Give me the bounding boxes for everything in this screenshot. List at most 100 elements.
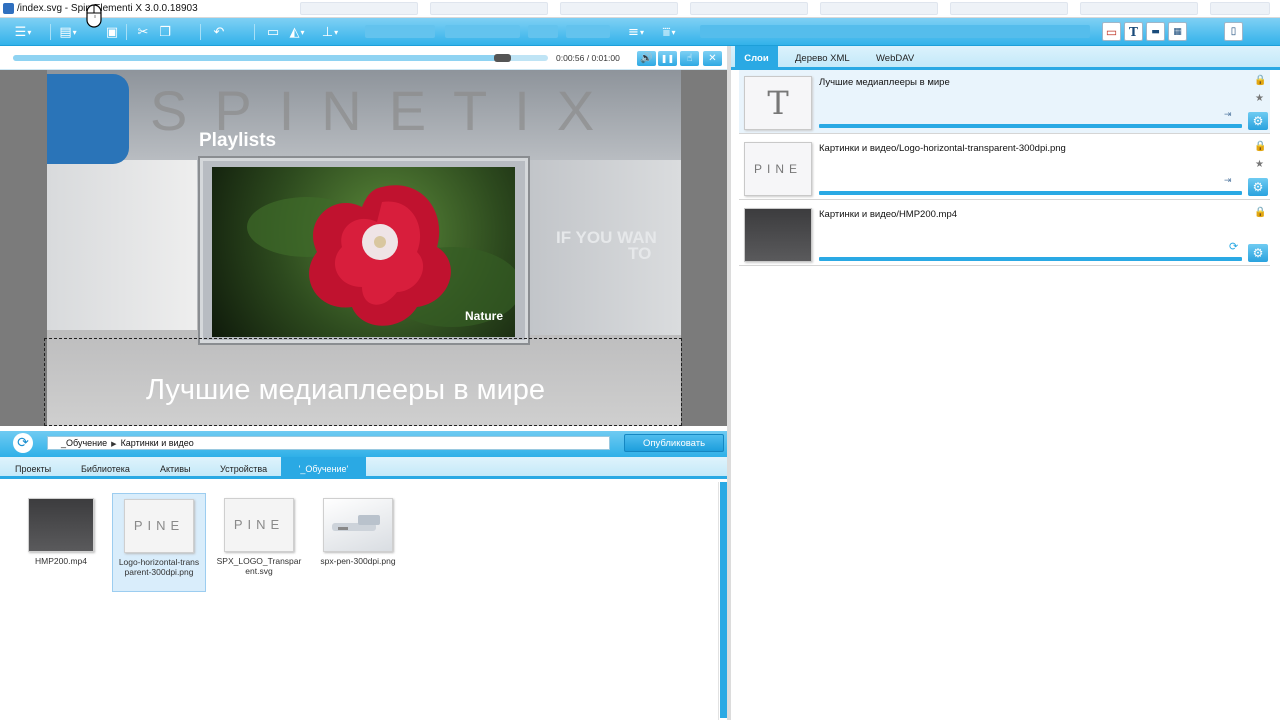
asset-item[interactable]: PINE SPX_LOGO_Transparent.svg [212, 493, 306, 592]
tab-devices[interactable]: Устройства [220, 457, 267, 479]
background-tab [820, 2, 938, 15]
breadcrumb[interactable]: _Обучение ▶ Картинки и видео [47, 436, 610, 450]
tab-training[interactable]: '_Обучение' [281, 457, 366, 479]
layer-row[interactable]: T Лучшие медиаплееры в мире 🔒 ★ ⇥ ⚙ [739, 70, 1270, 134]
gear-icon[interactable]: ⚙ [1248, 112, 1268, 130]
text-layer-thumbnail: T [744, 76, 812, 130]
layer-name: Картинки и видео/HMP200.mp4 [819, 209, 958, 220]
tab-assets[interactable]: Активы [160, 457, 190, 479]
tab-library[interactable]: Библиотека [81, 457, 130, 479]
loop-icon: ⟳ [1229, 240, 1239, 253]
asset-scrollbar[interactable] [718, 482, 727, 720]
publish-button[interactable]: Опубликовать [624, 434, 724, 452]
main-toolbar: ☰ ▤ ▣ ✂ ❐ ↶ ▭ ◭ ⊥ ≡ ⩸ ▭ T ▬ ▦ ▯ [0, 18, 1280, 46]
preview-left-panel [47, 160, 197, 330]
align-icon[interactable]: ◭ [287, 22, 307, 42]
background-tab [1210, 2, 1270, 15]
disabled-control [528, 25, 558, 38]
toolbar-separator [126, 24, 127, 40]
breadcrumb-item[interactable]: Картинки и видео [121, 438, 194, 448]
lock-icon[interactable]: 🔒 [1254, 141, 1266, 152]
toolbar-separator [50, 24, 51, 40]
image-thumbnail: PINE [224, 498, 294, 552]
filter-icon[interactable]: ⩸ [659, 22, 679, 42]
asset-item[interactable]: HMP200.mp4 [14, 493, 108, 592]
lock-icon[interactable]: 🔒 [1254, 207, 1266, 218]
asset-item[interactable]: PINE Logo-horizontal-transparent-300dpi.… [112, 493, 206, 592]
layer-timeline-bar[interactable] [819, 257, 1242, 261]
tab-projects[interactable]: Проекты [15, 457, 51, 479]
lock-icon[interactable]: 🔒 [1254, 75, 1266, 86]
cut-icon[interactable]: ✂ [133, 22, 153, 42]
asset-name: spx-pen-300dpi.png [320, 556, 396, 566]
brand-logo-block [47, 74, 129, 164]
chevron-right-icon: ▶ [111, 441, 117, 448]
disabled-dropdown [445, 25, 520, 38]
window-titlebar: /index.svg - Spin Elementi X 3.0.0.18903 [0, 0, 1280, 18]
star-icon[interactable]: ★ [1255, 159, 1264, 170]
toolbar-separator [200, 24, 201, 40]
background-tab [560, 2, 678, 15]
video-layer-thumbnail [744, 208, 812, 262]
list-icon[interactable]: ≡ [626, 22, 646, 42]
duration-icon: ⇥ [1224, 110, 1232, 120]
playback-progress[interactable] [13, 55, 548, 61]
disabled-control [566, 25, 610, 38]
layer-row[interactable]: Картинки и видео/HMP200.mp4 🔒 ⟳ ⚙ [739, 202, 1270, 266]
toolbar-separator [254, 24, 255, 40]
playback-time: 0:00:56 / 0:01:00 [556, 53, 620, 63]
app-icon [3, 3, 14, 14]
playback-progress-fill [13, 55, 511, 61]
asset-item[interactable]: spx-pen-300dpi.png [311, 493, 405, 592]
gear-icon[interactable]: ⚙ [1248, 178, 1268, 196]
photo-caption: Nature [465, 309, 504, 323]
undo-icon[interactable]: ↶ [209, 22, 229, 42]
document-icon[interactable]: ▯ [1224, 22, 1243, 41]
pause-button[interactable]: ❚❚ [658, 51, 677, 66]
breadcrumb-item[interactable]: _Обучение [61, 438, 107, 448]
layer-name: Лучшие медиаплееры в мире [819, 77, 950, 88]
asset-name: Logo-horizontal-transparent-300dpi.png [118, 557, 200, 577]
touch-button[interactable]: ☝ [680, 51, 699, 66]
background-tab [950, 2, 1068, 15]
tab-xml-tree[interactable]: Дерево XML [795, 46, 850, 70]
add-media-layer-icon[interactable]: ▦ [1168, 22, 1187, 41]
remove-layer-icon[interactable]: ▭ [1102, 22, 1121, 41]
background-tab [690, 2, 808, 15]
layer-timeline-bar[interactable] [819, 124, 1242, 128]
preview-side-text: IF YOU WAN TO [556, 228, 657, 263]
tab-layers[interactable]: Слои [735, 46, 778, 70]
volume-button[interactable]: 🔊 [637, 51, 656, 66]
gear-icon[interactable]: ⚙ [1248, 244, 1268, 262]
add-text-layer-icon[interactable]: T [1124, 22, 1143, 41]
background-tab [1080, 2, 1198, 15]
close-preview-button[interactable]: ✕ [703, 51, 722, 66]
window-title: /index.svg - Spin Elementi X 3.0.0.18903 [17, 3, 198, 14]
playback-scrubber[interactable] [494, 54, 511, 62]
refresh-icon[interactable]: ⟳ [13, 433, 33, 453]
save-icon[interactable]: ▣ [102, 22, 122, 42]
asset-name: SPX_LOGO_Transparent.svg [216, 556, 302, 576]
copy-icon[interactable]: ❐ [155, 22, 175, 42]
distribute-icon[interactable]: ⊥ [320, 22, 340, 42]
mouse-cursor-icon [86, 4, 102, 28]
image-thumbnail [323, 498, 393, 552]
menu-icon[interactable]: ☰ [13, 22, 33, 42]
tab-webdav[interactable]: WebDAV [876, 46, 914, 70]
toolbar-empty-area [700, 25, 1090, 38]
new-document-icon[interactable]: ▤ [58, 22, 78, 42]
layer-name: Картинки и видео/Logo-horizontal-transpa… [819, 143, 1066, 154]
pen-image [332, 515, 380, 531]
background-tab [430, 2, 548, 15]
video-thumbnail [28, 498, 94, 552]
star-icon[interactable]: ★ [1255, 93, 1264, 104]
disabled-control [365, 25, 435, 38]
layer-timeline-bar[interactable] [819, 191, 1242, 195]
asset-name: HMP200.mp4 [35, 556, 87, 566]
scrollbar-thumb[interactable] [720, 482, 727, 718]
layer-row[interactable]: PINE Картинки и видео/Logo-horizontal-tr… [739, 136, 1270, 200]
image-layer-thumbnail: PINE [744, 142, 812, 196]
text-layer-caption[interactable]: Лучшие медиаплееры в мире [146, 374, 545, 407]
insert-image-icon[interactable]: ▭ [263, 22, 283, 42]
add-layer-icon[interactable]: ▬ [1146, 22, 1165, 41]
